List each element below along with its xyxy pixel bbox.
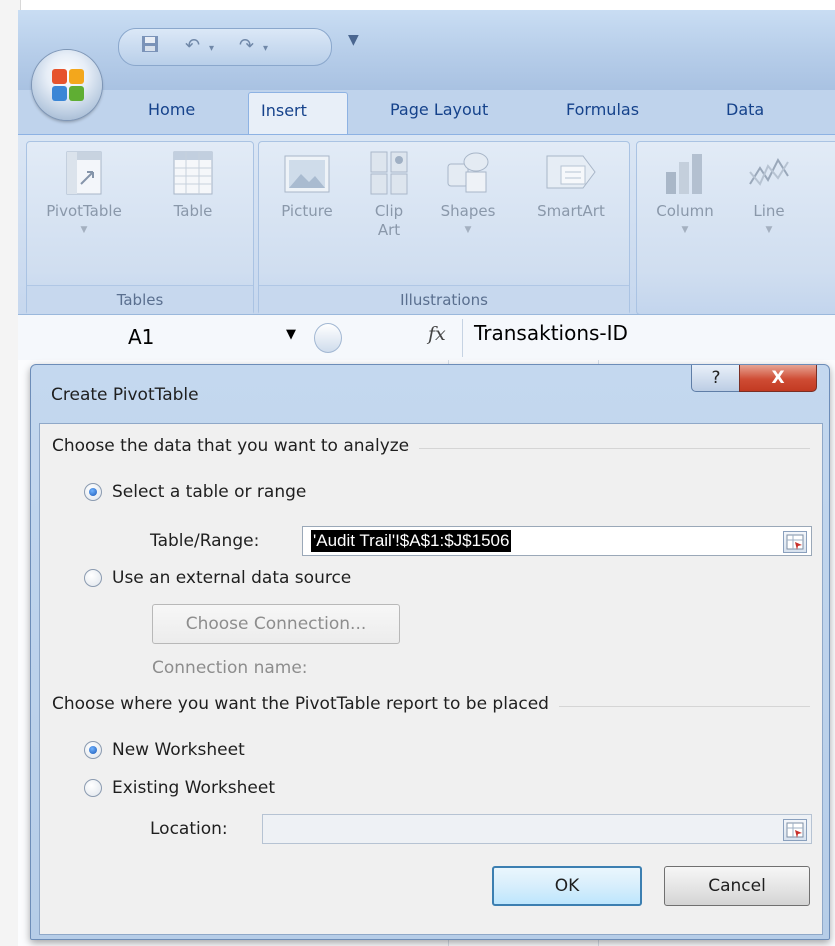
clip-art-icon: [369, 150, 409, 196]
formula-divider: [462, 319, 463, 357]
ribbon: PivotTable ▼ Table Tables Picture Clip A…: [18, 134, 835, 315]
picture-icon: [283, 150, 331, 196]
existing-worksheet-label: Existing Worksheet: [112, 778, 276, 798]
column-chart-label: Column: [656, 202, 714, 220]
pivottable-dropdown-icon: ▼: [80, 225, 88, 235]
table-range-input[interactable]: 'Audit Trail'!$A$1:$J$1506: [302, 526, 812, 556]
column-dropdown-icon: ▼: [681, 225, 689, 235]
external-source-label: Use an external data source: [112, 568, 352, 588]
formula-bar: A1 ▼ fx Transaktions-ID: [18, 314, 835, 362]
table-range-label: Table/Range:: [150, 531, 260, 551]
name-box[interactable]: A1 ▼: [18, 321, 308, 353]
radio-unchecked-icon[interactable]: [84, 569, 102, 587]
close-button[interactable]: X: [739, 365, 817, 392]
picture-label: Picture: [281, 202, 333, 220]
connection-name-label: Connection name:: [152, 658, 308, 678]
undo-dropdown-icon[interactable]: ▾: [209, 43, 214, 54]
radio-checked-icon[interactable]: [84, 483, 102, 501]
section-data-heading: Choose the data that you want to analyze: [52, 436, 420, 456]
pivottable-label: PivotTable: [46, 202, 122, 220]
collapse-dialog-icon[interactable]: [783, 819, 807, 841]
clip-art-button[interactable]: Clip Art: [359, 150, 419, 240]
office-button[interactable]: [32, 50, 102, 120]
line-chart-button[interactable]: Line ▼: [737, 150, 801, 240]
picture-button[interactable]: Picture: [267, 150, 347, 221]
quick-access-toolbar: ↶ ▾ ↷ ▾: [118, 28, 332, 66]
new-worksheet-label: New Worksheet: [112, 740, 245, 760]
pivottable-icon: [65, 150, 103, 196]
clip-art-label: Clip: [374, 202, 404, 220]
table-icon: [173, 150, 213, 196]
shapes-icon: [444, 150, 492, 196]
cancel-button[interactable]: Cancel: [664, 866, 810, 906]
ribbon-tabs: Home Insert Page Layout Formulas Data: [18, 90, 835, 134]
smartart-icon: [543, 150, 599, 196]
radio-unchecked-icon[interactable]: [84, 779, 102, 797]
formula-input[interactable]: Transaktions-ID: [474, 321, 628, 345]
save-icon[interactable]: [141, 35, 159, 58]
table-range-value: 'Audit Trail'!$A$1:$J$1506: [311, 530, 512, 552]
create-pivottable-dialog: Create PivotTable ? X Choose the data th…: [30, 364, 830, 940]
shapes-button[interactable]: Shapes ▼: [429, 150, 507, 240]
column-chart-icon: [662, 150, 708, 196]
column-chart-button[interactable]: Column ▼: [645, 150, 725, 240]
redo-icon[interactable]: ↷: [239, 35, 254, 56]
name-box-dropdown-icon[interactable]: ▼: [286, 327, 296, 342]
tables-group-label: Tables: [27, 285, 253, 314]
collapse-dialog-icon[interactable]: [783, 531, 807, 553]
illustrations-group: Picture Clip Art Shapes ▼ SmartArt Illus…: [258, 141, 630, 315]
smartart-button[interactable]: SmartArt: [523, 150, 619, 221]
select-table-label: Select a table or range: [112, 482, 307, 502]
title-bar: ↶ ▾ ↷ ▾ ▼: [18, 10, 835, 90]
tab-home[interactable]: Home: [148, 100, 195, 119]
insert-function-icon[interactable]: fx: [428, 323, 446, 345]
smartart-label: SmartArt: [537, 202, 605, 220]
tab-insert[interactable]: Insert: [248, 92, 348, 134]
formula-bar-splitter[interactable]: [314, 323, 342, 353]
ok-button[interactable]: OK: [492, 866, 642, 906]
clip-art-label-2: Art: [377, 221, 401, 239]
help-button[interactable]: ?: [691, 365, 741, 392]
choose-connection-button[interactable]: Choose Connection...: [152, 604, 400, 644]
tables-group: PivotTable ▼ Table Tables: [26, 141, 254, 315]
dialog-title: Create PivotTable: [51, 385, 199, 405]
illustrations-group-label: Illustrations: [259, 285, 629, 314]
pivottable-button[interactable]: PivotTable ▼: [33, 150, 135, 240]
dialog-body: Choose the data that you want to analyze…: [39, 423, 823, 935]
line-chart-label: Line: [753, 202, 785, 220]
line-chart-icon: [746, 150, 792, 196]
location-label: Location:: [150, 819, 228, 839]
tab-data[interactable]: Data: [726, 100, 764, 119]
tab-page-layout[interactable]: Page Layout: [390, 100, 488, 119]
customize-qat-icon[interactable]: ▼: [348, 32, 359, 48]
name-box-value: A1: [128, 325, 155, 349]
table-button[interactable]: Table: [143, 150, 243, 221]
table-label: Table: [173, 202, 213, 220]
undo-icon[interactable]: ↶: [185, 35, 200, 56]
shapes-label: Shapes: [440, 202, 496, 220]
radio-checked-icon[interactable]: [84, 741, 102, 759]
redo-dropdown-icon[interactable]: ▾: [263, 43, 268, 54]
shapes-dropdown-icon: ▼: [464, 225, 472, 235]
tab-formulas[interactable]: Formulas: [566, 100, 639, 119]
charts-group: Column ▼ Line ▼: [636, 141, 835, 315]
line-dropdown-icon: ▼: [765, 225, 773, 235]
office-logo-icon: [52, 69, 84, 101]
location-input[interactable]: [262, 814, 812, 844]
section-placement-heading: Choose where you want the PivotTable rep…: [52, 694, 559, 714]
